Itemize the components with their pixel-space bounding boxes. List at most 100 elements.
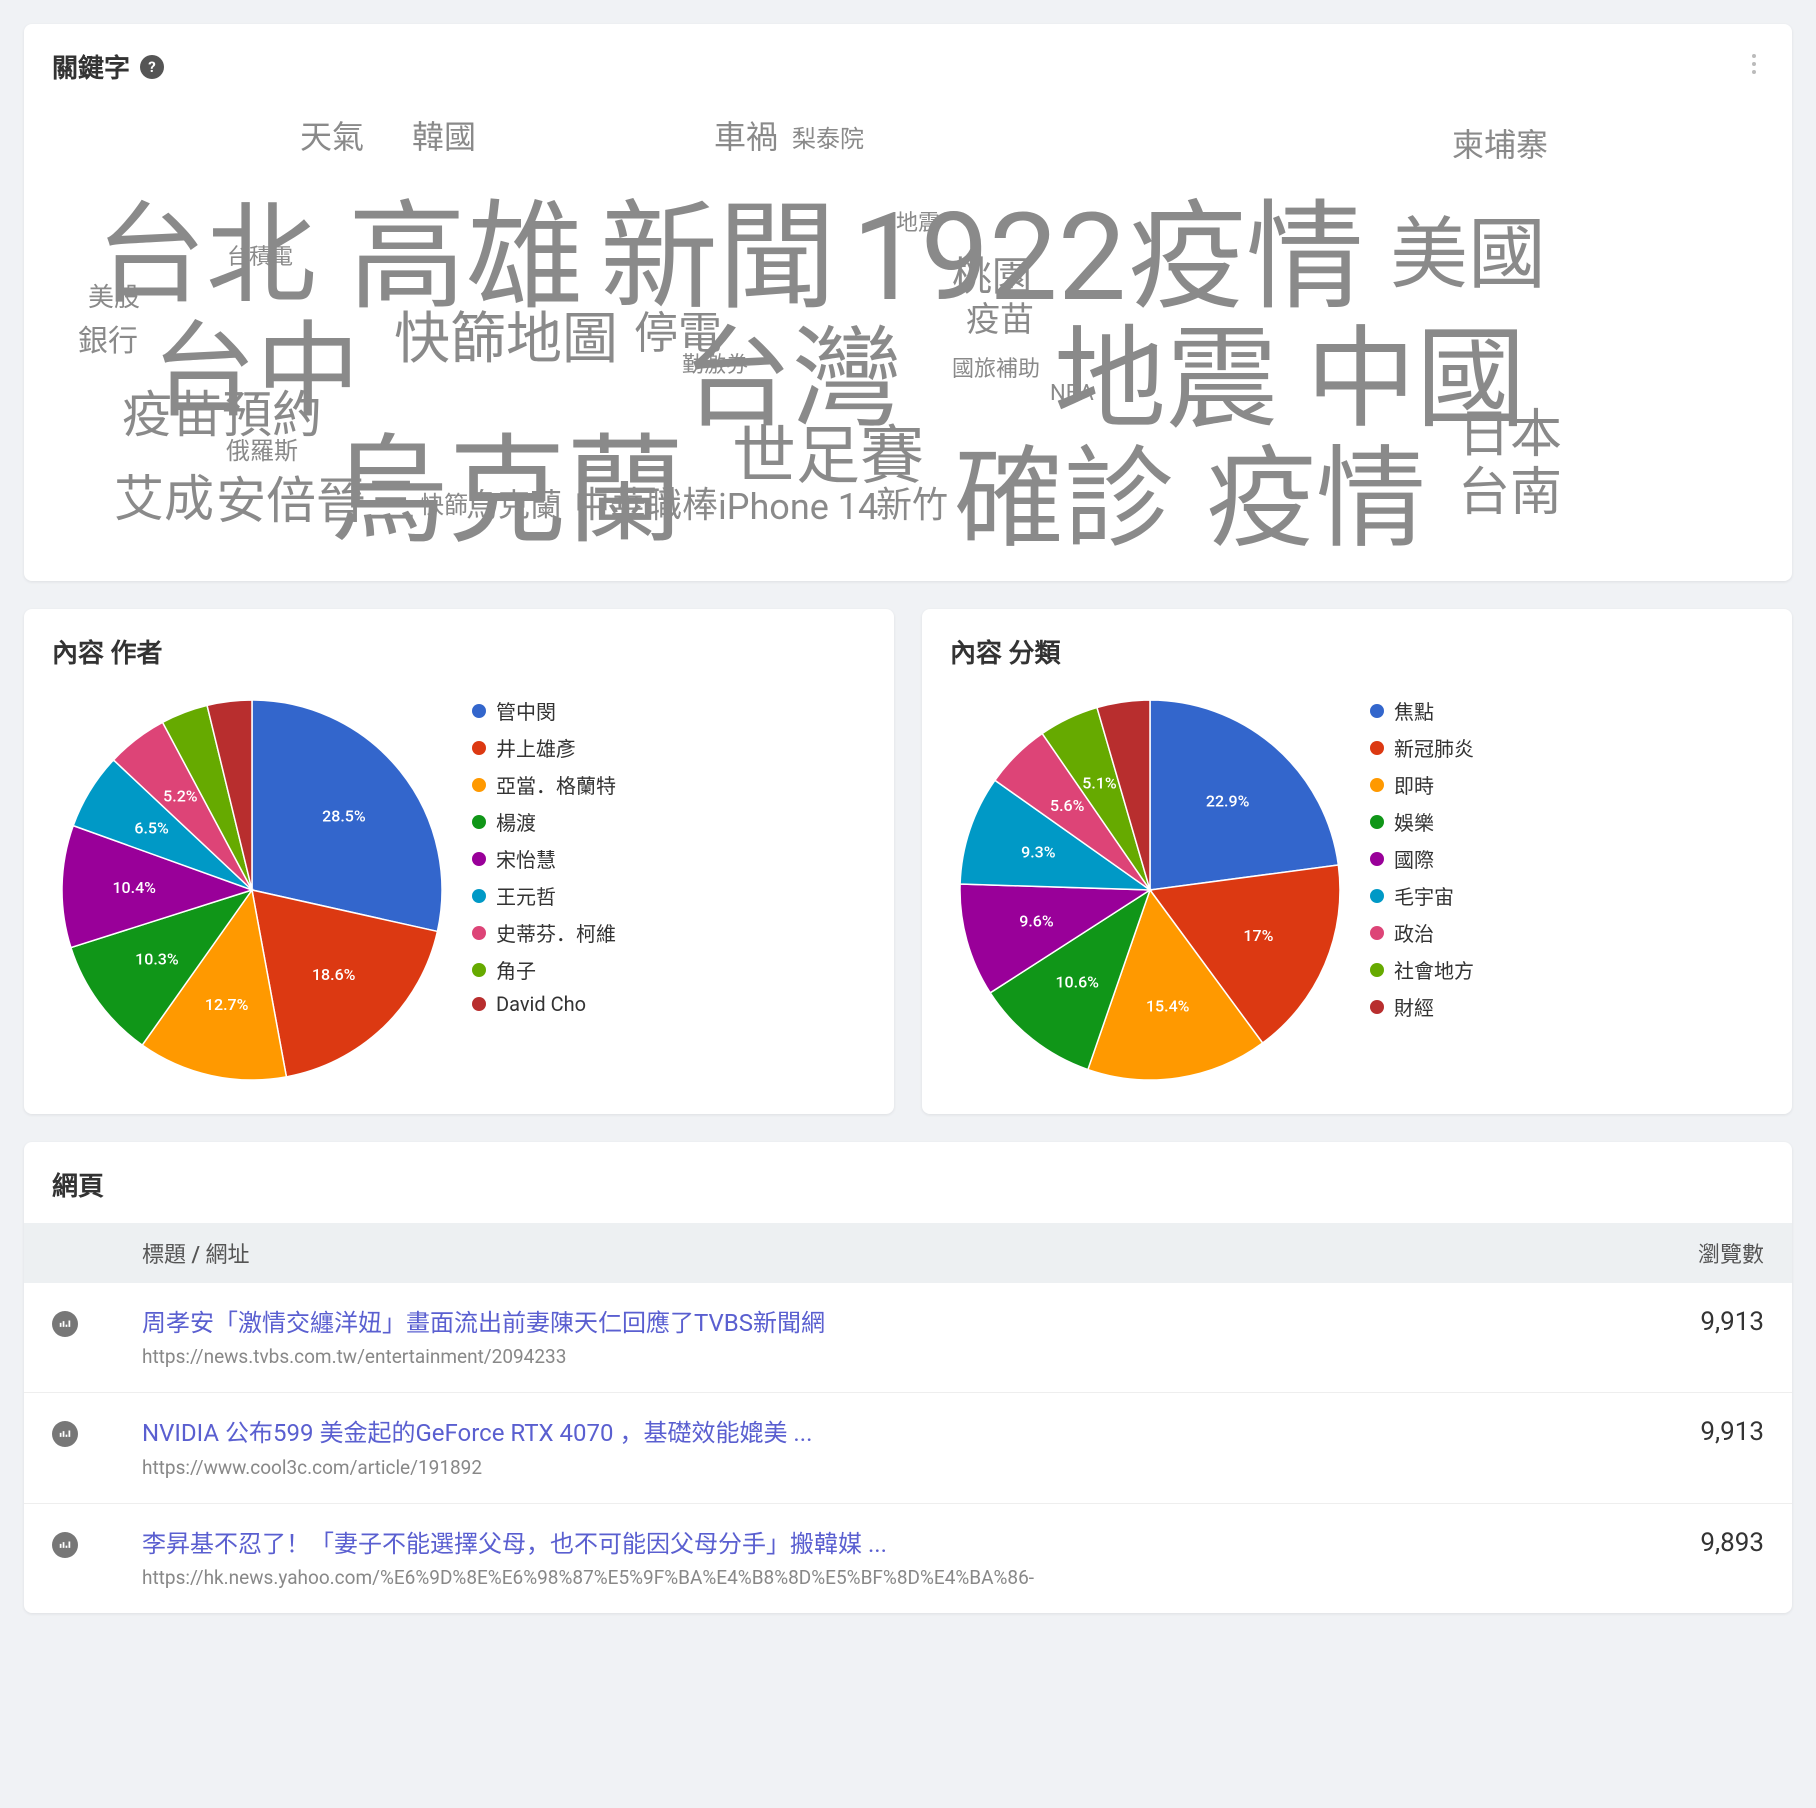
wordcloud-word[interactable]: 烏克蘭	[466, 489, 562, 521]
wordcloud-word[interactable]: 艾成	[114, 475, 214, 525]
more-menu-icon[interactable]	[1744, 48, 1764, 80]
legend-item[interactable]: 角子	[472, 955, 866, 984]
keywords-title: 關鍵字 ?	[52, 48, 1764, 85]
help-icon[interactable]: ?	[140, 55, 164, 79]
legend-label: David Cho	[496, 992, 586, 1016]
legend-label: 國際	[1394, 844, 1434, 873]
legend-item[interactable]: 管中閔	[472, 696, 866, 725]
legend-dot	[1370, 704, 1384, 718]
wordcloud-word[interactable]: 確診	[954, 445, 1174, 555]
legend-item[interactable]: 宋怡慧	[472, 844, 866, 873]
legend-dot	[472, 963, 486, 977]
wordcloud-word[interactable]: 銀行	[78, 327, 138, 357]
legend-item[interactable]: 毛宇宙	[1370, 881, 1764, 910]
legend-item[interactable]: 亞當．格蘭特	[472, 770, 866, 799]
col-title-header: 標題 / 網址	[142, 1237, 1604, 1269]
wordcloud-word[interactable]: 美股	[88, 285, 140, 311]
wordcloud-word[interactable]: 台南	[1458, 467, 1562, 519]
wordcloud-word[interactable]: 桃園	[952, 257, 1032, 297]
row-title-link[interactable]: 李昇基不忍了！「妻子不能選擇父母，也不可能因父母分手」搬韓媒 ...	[142, 1528, 1604, 1560]
pie-slice-label: 5.6%	[1050, 796, 1085, 815]
legend-dot	[472, 889, 486, 903]
legend-item[interactable]: 娛樂	[1370, 807, 1764, 836]
legend-item[interactable]: 焦點	[1370, 696, 1764, 725]
legend-label: 政治	[1394, 918, 1434, 947]
row-views: 9,893	[1604, 1528, 1764, 1558]
legend-label: 娛樂	[1394, 807, 1434, 836]
legend-item[interactable]: 楊渡	[472, 807, 866, 836]
table-row: 周孝安「激情交纏洋妞」畫面流出前妻陳天仁回應了TVBS新聞網 https://ne…	[24, 1283, 1792, 1393]
keywords-card: 關鍵字 ? 台北高雄新聞1922疫情美國天氣韓國車禍梨泰院地震柬埔寨台積電桃園疫…	[24, 24, 1792, 581]
pages-table-body: 周孝安「激情交纏洋妞」畫面流出前妻陳天仁回應了TVBS新聞網 https://ne…	[24, 1283, 1792, 1613]
authors-card: 內容 作者 28.5%18.6%12.7%10.3%10.4%6.5%5.2% …	[24, 609, 894, 1114]
category-title: 內容 分類	[950, 633, 1764, 670]
legend-item[interactable]: 即時	[1370, 770, 1764, 799]
legend-dot	[1370, 926, 1384, 940]
legend-item[interactable]: 國際	[1370, 844, 1764, 873]
row-url: https://www.cool3c.com/article/191892	[142, 1456, 1604, 1479]
legend-label: 宋怡慧	[496, 844, 556, 873]
legend-label: 焦點	[1394, 696, 1434, 725]
wordcloud-word[interactable]: 高雄	[348, 199, 584, 317]
wordcloud-word[interactable]: 美國	[1390, 217, 1546, 295]
pie-slice-label: 5.2%	[163, 786, 198, 805]
row-icon-cell	[52, 1307, 142, 1337]
pie-slice-label: 15.4%	[1146, 996, 1190, 1015]
wordcloud-word[interactable]: 疫苗預約	[122, 391, 322, 441]
wordcloud-word[interactable]: iPhone 14	[718, 489, 878, 525]
row-title-cell: 李昇基不忍了！「妻子不能選擇父母，也不可能因父母分手」搬韓媒 ... https:…	[142, 1528, 1604, 1589]
wordcloud-word[interactable]: 疫苗	[966, 303, 1034, 337]
legend-item[interactable]: David Cho	[472, 992, 866, 1016]
wordcloud-word[interactable]: 疫情	[1128, 199, 1364, 317]
wordcloud-word[interactable]: 勤激券	[682, 355, 748, 377]
wordcloud-word[interactable]: 日本	[1458, 409, 1562, 461]
wordcloud-word[interactable]: 車禍	[714, 121, 778, 153]
legend-label: 管中閔	[496, 696, 556, 725]
legend-item[interactable]: 政治	[1370, 918, 1764, 947]
legend-item[interactable]: 財經	[1370, 992, 1764, 1021]
wordcloud-word[interactable]: 梨泰院	[792, 127, 864, 151]
legend-dot	[472, 815, 486, 829]
row-icon-cell	[52, 1417, 142, 1447]
legend-dot	[1370, 1000, 1384, 1014]
row-url: https://hk.news.yahoo.com/%E6%9D%8E%E6%9…	[142, 1566, 1604, 1589]
legend-label: 即時	[1394, 770, 1434, 799]
wordcloud-word[interactable]: 韓國	[412, 121, 476, 153]
analytics-icon[interactable]	[52, 1532, 78, 1558]
wordcloud-word[interactable]: 中華職棒	[574, 487, 718, 523]
row-title-cell: 周孝安「激情交纏洋妞」畫面流出前妻陳天仁回應了TVBS新聞網 https://ne…	[142, 1307, 1604, 1368]
legend-item[interactable]: 史蒂芬．柯維	[472, 918, 866, 947]
wordcloud-word[interactable]: 台積電	[227, 247, 293, 269]
pie-slice-label: 5.1%	[1082, 774, 1117, 793]
wordcloud-word[interactable]: 俄羅斯	[226, 439, 298, 463]
wordcloud-word[interactable]: 國旅補助	[952, 359, 1040, 381]
wordcloud-word[interactable]: 天氣	[300, 121, 364, 153]
wordcloud-word[interactable]: 柬埔寨	[1452, 129, 1548, 161]
pie-slice-label: 9.3%	[1021, 843, 1056, 862]
wordcloud-word[interactable]: 新竹	[876, 487, 948, 523]
wordcloud-word[interactable]: 安倍晉三	[216, 477, 416, 527]
analytics-icon[interactable]	[52, 1421, 78, 1447]
wordcloud-word[interactable]: 快篩地圖	[394, 311, 618, 367]
legend-label: 新冠肺炎	[1394, 733, 1474, 762]
table-row: 李昇基不忍了！「妻子不能選擇父母，也不可能因父母分手」搬韓媒 ... https:…	[24, 1504, 1792, 1613]
wordcloud-word[interactable]: 疫情	[1206, 445, 1426, 555]
wordcloud-word[interactable]: 快篩	[420, 493, 468, 517]
wordcloud-word[interactable]: 地震	[896, 213, 940, 235]
legend-item[interactable]: 王元哲	[472, 881, 866, 910]
wordcloud-word[interactable]: 新聞	[600, 199, 836, 317]
row-url: https://news.tvbs.com.tw/entertainment/2…	[142, 1345, 1604, 1368]
wordcloud-word[interactable]: 世足賽	[732, 425, 924, 489]
legend-item[interactable]: 社會地方	[1370, 955, 1764, 984]
legend-item[interactable]: 新冠肺炎	[1370, 733, 1764, 762]
authors-pie-chart: 28.5%18.6%12.7%10.3%10.4%6.5%5.2%	[52, 690, 452, 1090]
row-title-link[interactable]: NVIDIA 公布599 美金起的GeForce RTX 4070 ，基礎效能媲…	[142, 1417, 1604, 1449]
legend-item[interactable]: 井上雄彥	[472, 733, 866, 762]
wordcloud-word[interactable]: NBA	[1050, 383, 1094, 405]
pie-slice-label: 28.5%	[322, 806, 366, 825]
row-title-link[interactable]: 周孝安「激情交纏洋妞」畫面流出前妻陳天仁回應了TVBS新聞網	[142, 1307, 1604, 1339]
pie-slice-label: 22.9%	[1206, 791, 1250, 810]
analytics-icon[interactable]	[52, 1311, 78, 1337]
legend-dot	[472, 741, 486, 755]
pie-slice-label: 6.5%	[134, 818, 169, 837]
